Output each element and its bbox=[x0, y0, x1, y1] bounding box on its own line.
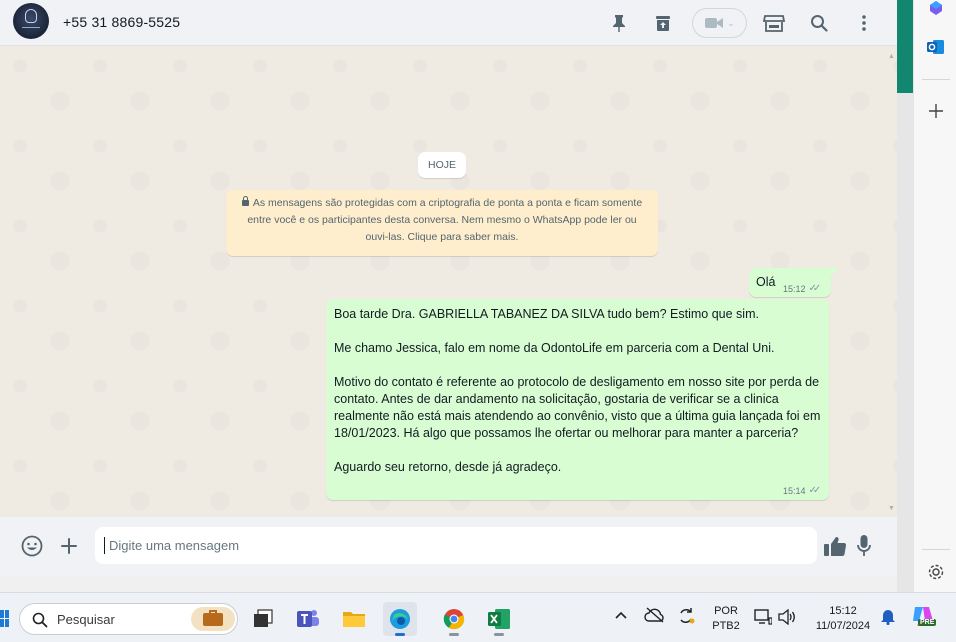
volume-speaker-icon[interactable] bbox=[778, 608, 796, 628]
search-label: Pesquisar bbox=[57, 612, 115, 627]
copilot-icon[interactable] bbox=[926, 0, 946, 18]
windows-taskbar: Pesquisar POR PTB2 15:12 11/07/2024 PRE bbox=[0, 592, 956, 642]
outgoing-message[interactable]: Olá 15:12 ✓✓ bbox=[749, 268, 838, 297]
encryption-notice-text: As mensagens são protegidas com a cripto… bbox=[247, 197, 643, 243]
message-meta: 15:12 ✓✓ bbox=[783, 283, 822, 294]
copilot-preview-icon[interactable]: PRE bbox=[910, 604, 937, 631]
add-sidebar-app-icon[interactable] bbox=[926, 101, 946, 121]
microphone-icon[interactable] bbox=[853, 534, 875, 558]
whatsapp-window: +55 31 8869-5525 ⌄ ▲ ▼ HOJE As mensagens… bbox=[0, 0, 897, 576]
edge-browser-icon[interactable] bbox=[383, 602, 417, 636]
message-text: Olá bbox=[756, 275, 776, 289]
emoji-icon[interactable] bbox=[20, 534, 44, 558]
contact-avatar[interactable] bbox=[13, 3, 49, 39]
file-explorer-icon[interactable] bbox=[337, 602, 371, 636]
settings-gear-icon[interactable] bbox=[926, 562, 946, 582]
tooth-logo-icon bbox=[25, 9, 37, 23]
date-separator: HOJE bbox=[418, 152, 466, 178]
attach-plus-icon[interactable] bbox=[58, 534, 80, 558]
chat-scrollbar[interactable] bbox=[886, 50, 896, 516]
onedrive-offline-icon[interactable] bbox=[644, 607, 666, 626]
scroll-up-arrow-icon[interactable]: ▲ bbox=[888, 53, 895, 60]
archive-icon[interactable] bbox=[652, 12, 674, 34]
read-ticks-icon: ✓✓ bbox=[808, 485, 822, 496]
message-text: Boa tarde Dra. GABRIELLA TABANEZ DA SILV… bbox=[334, 307, 821, 474]
contact-name[interactable]: +55 31 8869-5525 bbox=[63, 14, 180, 30]
chevron-down-icon: ⌄ bbox=[727, 18, 735, 28]
video-camera-icon bbox=[704, 18, 723, 28]
encryption-notice[interactable]: As mensagens são protegidas com a cripto… bbox=[226, 190, 658, 256]
whatsapp-accent-strip bbox=[897, 0, 913, 93]
pin-icon[interactable] bbox=[608, 12, 630, 34]
catalog-store-icon[interactable] bbox=[762, 12, 786, 34]
clock-time: 15:12 bbox=[829, 605, 857, 617]
start-windows-icon[interactable] bbox=[0, 610, 9, 628]
message-input[interactable] bbox=[95, 527, 817, 564]
chrome-icon[interactable] bbox=[437, 602, 471, 636]
chat-header: +55 31 8869-5525 ⌄ bbox=[0, 0, 897, 46]
menu-kebab-icon[interactable] bbox=[853, 12, 875, 34]
search-icon bbox=[32, 612, 48, 628]
task-view-icon[interactable] bbox=[246, 602, 280, 636]
clock-date: 11/07/2024 bbox=[815, 620, 871, 632]
teams-icon[interactable] bbox=[291, 602, 325, 636]
message-composer bbox=[0, 517, 897, 576]
show-hidden-icons-chevron-icon[interactable] bbox=[614, 610, 628, 623]
message-meta: 15:14 ✓✓ bbox=[783, 485, 822, 496]
outgoing-message[interactable]: Boa tarde Dra. GABRIELLA TABANEZ DA SILV… bbox=[326, 299, 829, 500]
keyboard-layout: PTB2 bbox=[712, 620, 740, 632]
language-code: POR bbox=[714, 605, 738, 617]
network-monitor-icon[interactable] bbox=[754, 609, 773, 628]
excel-icon[interactable] bbox=[482, 602, 516, 636]
read-ticks-icon: ✓✓ bbox=[808, 283, 822, 294]
search-highlight-briefcase-icon bbox=[191, 607, 235, 631]
browser-sidebar bbox=[913, 0, 956, 592]
message-time: 15:14 bbox=[783, 485, 806, 496]
video-call-button[interactable]: ⌄ bbox=[692, 8, 747, 38]
text-caret bbox=[104, 537, 105, 554]
input-language-indicator[interactable]: POR PTB2 bbox=[708, 605, 744, 632]
message-time: 15:12 bbox=[783, 283, 806, 294]
taskbar-search[interactable]: Pesquisar bbox=[19, 603, 238, 635]
taskbar-clock[interactable]: 15:12 11/07/2024 bbox=[808, 605, 878, 632]
thumbs-up-icon[interactable] bbox=[823, 534, 847, 558]
lock-icon bbox=[241, 196, 249, 206]
preview-badge: PRE bbox=[918, 619, 937, 626]
search-icon[interactable] bbox=[808, 12, 830, 34]
outlook-icon[interactable] bbox=[926, 37, 946, 57]
notification-bell-icon[interactable] bbox=[880, 607, 896, 628]
scroll-down-arrow-icon[interactable]: ▼ bbox=[888, 505, 895, 512]
sync-update-icon[interactable] bbox=[676, 606, 696, 629]
